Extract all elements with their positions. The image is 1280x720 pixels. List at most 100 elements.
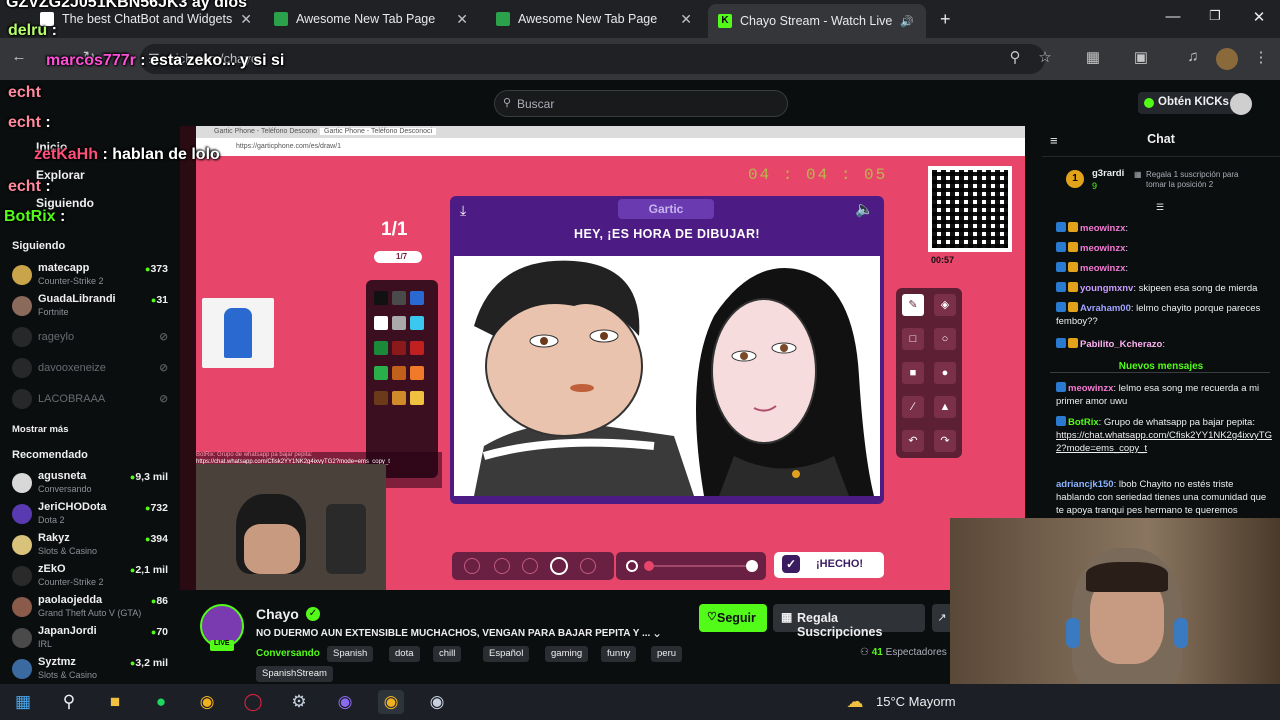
restore-icon[interactable]: ❐ [1200,8,1230,24]
tag[interactable]: chill [433,646,462,662]
drawing-canvas[interactable] [454,256,880,496]
square-outline-icon[interactable]: □ [902,328,924,350]
tab-chayo-stream[interactable]: K Chayo Stream - Watch Live 🔊 ✕ [708,4,926,38]
speaker-icon[interactable]: 🔊 [900,15,914,28]
menu-dots-icon[interactable]: ⋮ [1250,48,1272,70]
user-avatar[interactable] [1230,93,1252,115]
download-icon[interactable]: ⤓ [460,202,466,219]
color-swatch[interactable] [410,316,424,330]
sidebar-channel[interactable]: LACOBRAAA ⊘ [12,386,172,416]
close-icon[interactable]: ✕ [680,11,692,28]
chat-username[interactable]: meowinzx [1080,243,1125,254]
chat-username[interactable]: youngmxnv [1080,283,1133,294]
color-swatch[interactable] [374,366,388,380]
tag[interactable]: dota [389,646,420,662]
close-icon[interactable]: ✕ [456,11,468,28]
fill-bucket-icon[interactable]: ▲ [934,396,956,418]
chat-username[interactable]: meowinzx [1080,223,1125,234]
circle-outline-icon[interactable]: ○ [934,328,956,350]
get-kicks-button[interactable]: Obtén KICKs [1138,92,1237,114]
undo-icon[interactable]: ↶ [902,430,924,452]
discord-icon[interactable]: ◉ [332,690,358,714]
screenshot-icon[interactable]: ▣ [1130,48,1152,70]
search-icon[interactable]: ⚲ [56,690,82,714]
media-control-icon[interactable]: ♫ [1182,48,1204,70]
sidebar-channel[interactable]: rageylo ⊘ [12,324,172,354]
bookmark-star-icon[interactable]: ☆ [1034,48,1056,70]
show-more-link[interactable]: Mostrar más [12,424,69,435]
sidebar-channel[interactable]: JeriCHODota Dota 2 732 [12,501,172,531]
color-swatch[interactable] [410,291,424,305]
color-swatch[interactable] [410,391,424,405]
new-messages-divider[interactable]: Nuevos mensajes [1042,361,1280,372]
color-swatch[interactable] [374,291,388,305]
sidebar-channel[interactable]: paolaojedda Grand Theft Auto V (GTA) 86 [12,594,172,624]
tag[interactable]: SpanishStream [256,666,333,682]
zoom-icon[interactable]: ⚲ [1004,48,1026,70]
category-link[interactable]: Conversando [256,648,320,659]
sidebar-channel[interactable]: JapanJordi IRL 70 [12,625,172,655]
obs-icon[interactable]: ◉ [424,690,450,714]
extensions-icon[interactable]: ▦ [1082,48,1104,70]
color-swatch[interactable] [374,341,388,355]
brush-size-selector[interactable] [452,552,614,580]
volume-icon[interactable]: 🔈 [855,200,874,218]
opacity-slider[interactable] [616,552,766,580]
redo-icon[interactable]: ↷ [934,430,956,452]
color-swatch[interactable] [374,391,388,405]
tab-new-tab-1[interactable]: Awesome New Tab Page ✕ [264,6,478,32]
share-icon[interactable]: ↗ [932,604,952,632]
done-button[interactable]: ¡HECHO! [774,552,884,578]
tab-new-tab-2[interactable]: Awesome New Tab Page ✕ [486,6,702,32]
color-swatch[interactable] [392,291,406,305]
sidebar-channel[interactable]: Syztmz Slots & Casino 3,2 mil [12,656,172,686]
color-swatch[interactable] [392,366,406,380]
weather[interactable]: 15°C Mayorm [876,694,956,709]
windows-start-icon[interactable]: ▦ [10,690,36,714]
video-player[interactable]: Gartic Phone - Teléfono Descono Gartic P… [180,126,1025,590]
color-swatch[interactable] [374,316,388,330]
spotify-icon[interactable]: ● [148,690,174,714]
tag[interactable]: Español [483,646,530,662]
color-swatch[interactable] [410,366,424,380]
chat-username[interactable]: meowinzx [1080,263,1125,274]
chat-username[interactable]: meowinzx [1068,383,1113,394]
file-explorer-icon[interactable]: ■ [102,690,128,714]
sidebar-channel[interactable]: davooxeneize ⊘ [12,355,172,385]
chat-link[interactable]: https://chat.whatsapp.com/Cfisk2YY1NK2g4… [1056,430,1272,454]
close-window-icon[interactable]: ✕ [1244,8,1274,26]
chat-username[interactable]: adriancjk150 [1056,479,1114,490]
gift-subs-button[interactable]: ▦ Regala Suscripciones [773,604,925,639]
chrome-icon[interactable]: ◉ [194,690,220,714]
chat-username[interactable]: Pabilito_Kcherazo [1080,339,1162,350]
chevron-down-icon[interactable]: ⌄ [652,626,662,640]
eraser-icon[interactable]: ◈ [934,294,956,316]
search-input[interactable]: ⚲ Buscar [494,90,788,117]
chat-username[interactable]: Avraham00 [1080,303,1131,314]
close-icon[interactable]: ✕ [240,11,252,28]
channel-name[interactable]: Chayo [256,606,299,622]
opera-icon[interactable]: ◯ [240,690,266,714]
color-swatch[interactable] [392,391,406,405]
chat-username[interactable]: BotRix [1068,417,1099,428]
steam-icon[interactable]: ⚙ [286,690,312,714]
color-swatch[interactable] [392,341,406,355]
minimize-icon[interactable]: — [1158,8,1188,25]
square-fill-icon[interactable]: ■ [902,362,924,384]
sidebar-channel[interactable]: matecapp Counter-Strike 2 373 [12,262,172,292]
tag[interactable]: peru [651,646,683,662]
pencil-icon[interactable]: ✎ [902,294,924,316]
sidebar-channel[interactable]: zEkO Counter-Strike 2 2,1 mil [12,563,172,593]
sidebar-channel[interactable]: Rakyz Slots & Casino 394 [12,532,172,562]
color-swatch[interactable] [410,341,424,355]
sidebar-channel[interactable]: agusneta Conversando 9,3 mil [12,470,172,500]
gift-prompt[interactable]: ▦ Regala 1 suscripción para tomar la pos… [1134,170,1258,190]
tag[interactable]: gaming [545,646,589,662]
circle-fill-icon[interactable]: ● [934,362,956,384]
sidebar-channel[interactable]: GuadaLibrandi Fortnite 31 [12,293,172,323]
tag[interactable]: Spanish [327,646,374,662]
tag[interactable]: funny [601,646,637,662]
new-tab-button[interactable]: + [930,6,956,32]
chrome-active-icon[interactable]: ◉ [378,690,404,714]
profile-avatar[interactable] [1216,48,1238,70]
